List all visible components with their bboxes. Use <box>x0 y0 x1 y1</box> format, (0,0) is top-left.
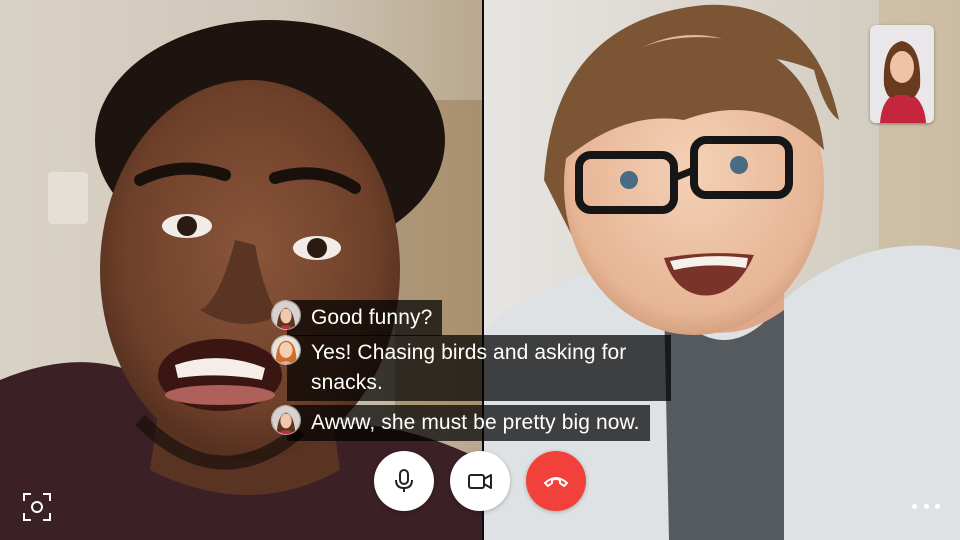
self-view-image <box>870 25 934 123</box>
caption-text: Good funny? <box>287 300 443 336</box>
more-dots-icon <box>923 503 929 509</box>
phone-hangup-icon <box>544 477 568 487</box>
mute-button[interactable] <box>374 451 434 511</box>
woman-avatar-icon <box>271 405 301 435</box>
video-toggle-button[interactable] <box>450 451 510 511</box>
video-camera-icon <box>468 474 492 489</box>
more-dots-icon <box>912 503 917 509</box>
caption-text: Awww, she must be pretty big now. <box>287 405 650 441</box>
caption-row: Awww, she must be pretty big now. <box>271 405 650 441</box>
more-dots-icon <box>935 503 940 509</box>
caption-row: Good funny? <box>271 300 443 336</box>
more-options-button[interactable] <box>908 496 944 516</box>
end-call-button[interactable] <box>526 451 586 511</box>
snapshot-button[interactable] <box>20 490 54 524</box>
woman-redhead-avatar-icon <box>271 335 301 365</box>
caption-row: Yes! Chasing birds and asking for snacks… <box>271 335 671 401</box>
woman-avatar-icon <box>271 300 301 330</box>
microphone-icon <box>395 469 413 492</box>
self-view-video[interactable] <box>870 25 934 123</box>
call-controls <box>374 451 586 511</box>
caption-text: Yes! Chasing birds and asking for snacks… <box>287 335 671 401</box>
camera-snapshot-icon <box>23 493 51 521</box>
